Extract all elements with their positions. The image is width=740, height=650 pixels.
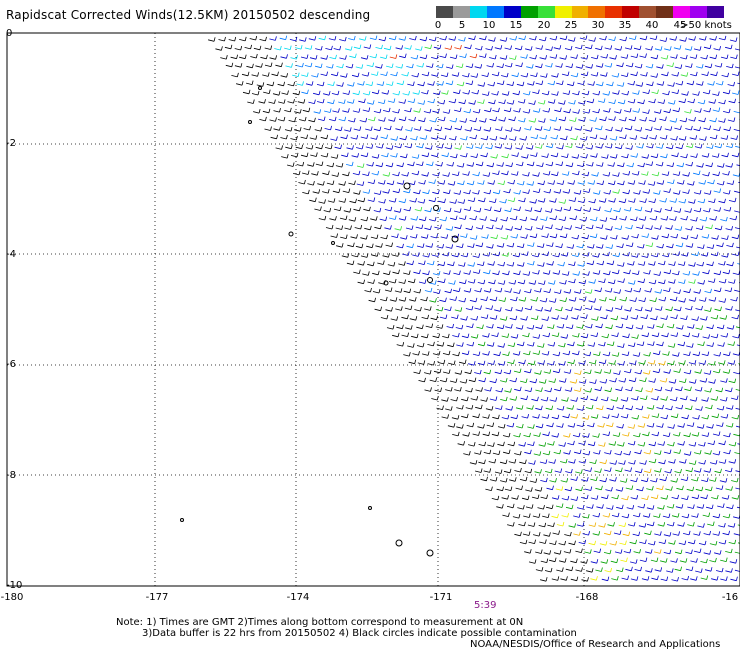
- island-2: [258, 86, 262, 90]
- island-0: [248, 120, 252, 124]
- islands: [180, 86, 459, 557]
- island-6: [426, 549, 434, 557]
- x-tick-2: -174: [286, 592, 310, 603]
- wind-map: [6, 32, 740, 587]
- x-tick-3: -171: [429, 592, 453, 603]
- island-1: [288, 231, 294, 237]
- wind-barbs: [208, 35, 740, 582]
- y-tick-2: -4: [6, 249, 16, 260]
- y-tick-0: 0: [6, 28, 13, 39]
- credit-line: NOAA/NESDIS/Office of Research and Appli…: [470, 639, 721, 650]
- note-line-1: Note: 1) Times are GMT 2)Times along bot…: [116, 617, 524, 628]
- x-tick-4: -168: [575, 592, 599, 603]
- x-tick-0: -180: [0, 592, 24, 603]
- island-3: [180, 518, 184, 522]
- x-tick-1: -177: [145, 592, 169, 603]
- island-4: [368, 506, 372, 510]
- y-tick-3: -6: [6, 359, 16, 370]
- y-tick-5: -10: [6, 580, 23, 591]
- island-12: [331, 241, 335, 245]
- time-label: 5:39: [474, 600, 497, 611]
- y-tick-4: -8: [6, 470, 16, 481]
- barb-group-5: [389, 45, 478, 59]
- barb-group-0: [208, 35, 594, 582]
- barb-group-7: [563, 360, 668, 554]
- barb-group-1: [269, 35, 740, 582]
- island-5: [395, 539, 403, 547]
- island-8: [403, 182, 411, 190]
- barb-group-6: [429, 296, 740, 581]
- map-frame: [6, 32, 740, 587]
- map-grid: [7, 33, 740, 586]
- y-tick-1: -2: [6, 138, 16, 149]
- note-line-2: 3)Data buffer is 22 hrs from 20150502 4)…: [142, 628, 577, 639]
- x-tick-5: -16: [721, 592, 739, 603]
- island-7: [433, 205, 439, 211]
- island-10: [427, 277, 433, 283]
